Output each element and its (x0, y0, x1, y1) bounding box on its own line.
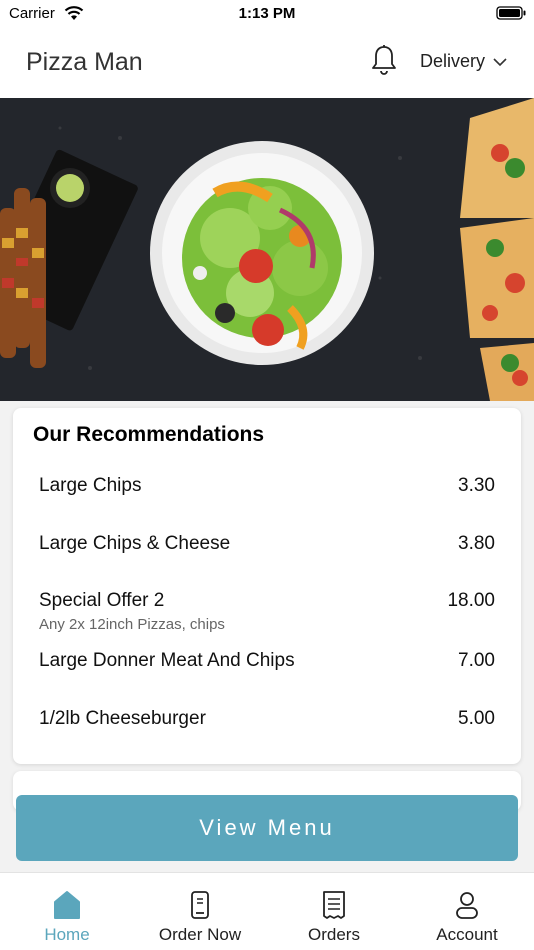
tab-orders[interactable]: Orders (267, 873, 401, 950)
view-menu-button[interactable]: View Menu (16, 795, 518, 861)
clock: 1:13 PM (238, 5, 296, 22)
receipt-icon (323, 891, 345, 919)
item-price: 3.30 (458, 475, 495, 496)
phone-icon (191, 891, 209, 919)
tab-label: Orders (308, 925, 360, 944)
app-header: Pizza Man Delivery (0, 28, 534, 98)
delivery-label: Delivery (420, 51, 486, 71)
home-icon (54, 891, 80, 919)
user-icon (456, 892, 478, 919)
list-item[interactable]: Large Chips & Cheese 3.80 (13, 533, 521, 573)
item-price: 3.80 (458, 533, 495, 554)
item-price: 5.00 (458, 708, 495, 729)
recommendations-title: Our Recommendations (33, 423, 265, 446)
page-title: Pizza Man (26, 48, 143, 76)
item-price: 18.00 (447, 590, 495, 611)
item-name: 1/2lb Cheeseburger (39, 708, 206, 729)
item-name: Large Donner Meat And Chips (39, 650, 295, 671)
tab-account[interactable]: Account (400, 873, 534, 950)
recommendations-card: Our Recommendations Large Chips 3.30 Lar… (13, 408, 521, 764)
tab-label: Account (436, 925, 498, 944)
list-item[interactable]: Large Chips 3.30 (13, 475, 521, 515)
status-bar: Carrier 1:13 PM (0, 0, 534, 28)
food-illustration (0, 98, 534, 401)
list-item[interactable]: Large Donner Meat And Chips 7.00 (13, 650, 521, 690)
item-name: Special Offer 2 (39, 590, 165, 611)
item-name: Large Chips & Cheese (39, 533, 231, 554)
item-description: Any 2x 12inch Pizzas, chips (39, 616, 225, 633)
bell-icon[interactable] (370, 44, 398, 76)
bottom-tab-bar: Home Order Now Orders Account (0, 872, 534, 950)
tab-home[interactable]: Home (0, 873, 134, 950)
battery-icon (496, 6, 526, 20)
list-item[interactable]: Special Offer 2 18.00 Any 2x 12inch Pizz… (13, 590, 521, 640)
hero-banner-image (0, 98, 534, 401)
list-item[interactable]: 1/2lb Cheeseburger 5.00 (13, 708, 521, 748)
item-name: Large Chips (39, 475, 142, 496)
tab-order-now[interactable]: Order Now (133, 873, 267, 950)
tab-label: Home (44, 925, 90, 944)
chevron-down-icon (493, 57, 507, 66)
salad-plate (150, 141, 374, 365)
delivery-dropdown[interactable]: Delivery (420, 51, 507, 72)
tab-label: Order Now (158, 925, 242, 944)
item-price: 7.00 (458, 650, 495, 671)
